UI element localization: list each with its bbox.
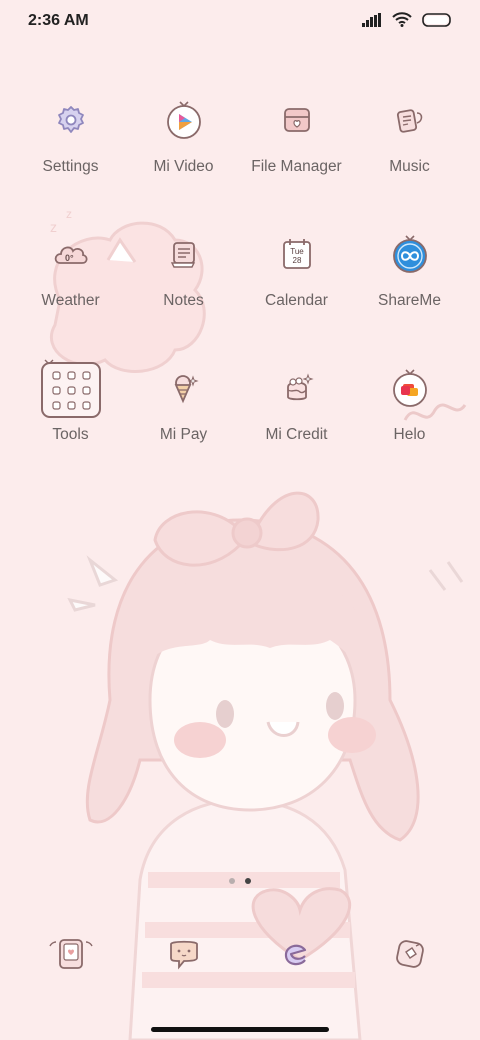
infinity-icon (380, 224, 440, 284)
app-helo[interactable]: Helo (353, 358, 466, 492)
app-label: Mi Credit (265, 426, 328, 443)
calendar-icon: Tue 28 (267, 224, 327, 284)
app-file-manager[interactable]: File Manager (240, 90, 353, 224)
app-label: Notes (163, 292, 204, 309)
app-label: Weather (41, 292, 100, 309)
folder-icon (267, 90, 327, 150)
calendar-day: Tue (290, 247, 304, 256)
app-mi-video[interactable]: Mi Video (127, 90, 240, 224)
app-label: Tools (52, 426, 89, 443)
app-label: Mi Pay (159, 426, 208, 443)
status-bar: 2:36 AM (0, 0, 480, 44)
dock-phone[interactable] (14, 924, 127, 988)
phone-icon (48, 936, 94, 977)
notepad-icon (154, 224, 214, 284)
status-icons (362, 12, 452, 32)
app-settings[interactable]: Settings (14, 90, 127, 224)
message-icon (166, 936, 202, 977)
signal-icon (362, 12, 382, 32)
dock-messages[interactable] (127, 924, 240, 988)
app-weather[interactable]: 0° Weather (14, 224, 127, 358)
dock-browser[interactable] (240, 924, 353, 988)
wifi-icon (392, 12, 412, 32)
weather-temp: 0° (65, 253, 74, 263)
home-indicator[interactable] (151, 1027, 329, 1032)
app-label: File Manager (251, 158, 342, 175)
app-mi-pay[interactable]: Mi Pay (127, 358, 240, 492)
app-music[interactable]: Music (353, 90, 466, 224)
dock-camera[interactable] (353, 924, 466, 988)
app-label: Mi Video (153, 158, 214, 175)
music-icon (380, 90, 440, 150)
app-mi-credit[interactable]: Mi Credit (240, 358, 353, 492)
ice-cream-icon (154, 358, 214, 418)
app-grid: Settings Mi Video File Manager Music 0° … (14, 90, 466, 492)
app-label: Calendar (265, 292, 328, 309)
page-indicator (0, 878, 480, 884)
app-label: ShareMe (378, 292, 441, 309)
browser-icon (279, 936, 315, 977)
app-label: Helo (393, 426, 426, 443)
folder-grid-icon (40, 358, 101, 418)
status-time: 2:36 AM (28, 12, 89, 29)
dock (14, 924, 466, 988)
gear-icon (41, 90, 101, 150)
app-label: Settings (42, 158, 99, 175)
calendar-date: 28 (292, 256, 301, 265)
cake-icon (267, 358, 327, 418)
app-calendar[interactable]: Tue 28 Calendar (240, 224, 353, 358)
play-icon (154, 90, 214, 150)
chat-bubble-icon (380, 358, 440, 418)
app-tools-folder[interactable]: Tools (14, 358, 127, 492)
cloud-icon: 0° (41, 224, 101, 284)
app-label: Music (389, 158, 430, 175)
camera-icon (392, 936, 428, 977)
battery-icon (422, 12, 452, 32)
page-dot (229, 878, 235, 884)
app-shareme[interactable]: ShareMe (353, 224, 466, 358)
app-notes[interactable]: Notes (127, 224, 240, 358)
page-dot-active (245, 878, 251, 884)
